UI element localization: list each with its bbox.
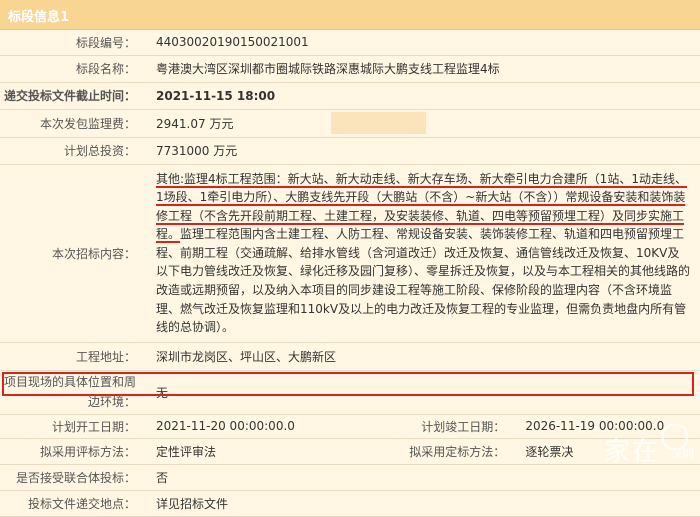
scope-detail-text: 监理工程范围内含土建工程、人防工程、常规设备安装、装饰装修工程、轨道和四电预留预… bbox=[156, 227, 691, 335]
table-row: 标段名称： 粤港澳大湾区深圳都市圈城际铁路深惠城际大鹏支线工程监理4标 bbox=[0, 55, 700, 83]
table-row: 计划开工日期： 2021-11-20 00:00:00.0 计划竣工日期： 20… bbox=[0, 414, 700, 439]
table-row: 本次招标内容： 其他:监理4标工程范围：新大站、新大动走线、新大存车场、新大牵引… bbox=[0, 164, 700, 343]
table-row: 拟采用评标方法： 定性评审法 拟采用定标方法： 逐轮票决 bbox=[0, 438, 700, 465]
section-info-panel: 标段信息1 标段编号： 44030020190150021001 标段名称： 粤… bbox=[0, 0, 700, 517]
start-date-label: 计划开工日期： bbox=[0, 414, 146, 439]
info-table: 标段编号： 44030020190150021001 标段名称： 粤港澳大湾区深… bbox=[0, 30, 700, 517]
fee-empty-value bbox=[515, 109, 700, 138]
fee-label: 本次发包监理费： bbox=[0, 109, 146, 138]
panel-title: 标段信息1 bbox=[8, 10, 70, 25]
section-name-value: 粤港澳大湾区深圳都市圈城际铁路深惠城际大鹏支线工程监理4标 bbox=[146, 55, 700, 83]
blank-field bbox=[330, 112, 426, 134]
schedule-highlight-box bbox=[2, 372, 694, 396]
table-row: 计划总投资： 7731000 万元 bbox=[0, 137, 700, 165]
deadline-value: 2021-11-15 18:00 bbox=[146, 82, 700, 110]
table-row: 是否接受联合体投标： 否 bbox=[0, 464, 700, 491]
content-label: 本次招标内容： bbox=[0, 164, 146, 343]
deadline-label: 递交投标文件截止时间： bbox=[0, 82, 146, 110]
watermark-brand: 家在 bbox=[603, 437, 660, 467]
watermark: 家在 深圳 bbox=[604, 431, 694, 468]
watermark-city: 深圳 bbox=[669, 446, 694, 461]
section-no-value: 44030020190150021001 bbox=[146, 30, 700, 56]
address-label: 工程地址： bbox=[0, 342, 146, 371]
consortium-label: 是否接受联合体投标： bbox=[0, 464, 146, 491]
table-row: 递交投标文件截止时间： 2021-11-15 18:00 bbox=[0, 82, 700, 110]
content-value: 其他:监理4标工程范围：新大站、新大动走线、新大存车场、新大牵引电力合建所（1站… bbox=[146, 164, 700, 343]
end-date-label: 计划竣工日期： bbox=[330, 414, 516, 439]
decide-method-label: 拟采用定标方法： bbox=[330, 438, 516, 465]
fee-value: 2941.07 万元 bbox=[146, 109, 331, 138]
eval-method-label: 拟采用评标方法： bbox=[0, 438, 146, 465]
eval-method-value: 定性评审法 bbox=[146, 438, 331, 465]
submit-place-value: 详见招标文件 bbox=[146, 490, 700, 517]
table-row: 工程地址： 深圳市龙岗区、坪山区、大鹏新区 bbox=[0, 342, 700, 371]
investment-value: 7731000 万元 bbox=[146, 137, 700, 165]
section-name-label: 标段名称： bbox=[0, 55, 146, 83]
section-no-label: 标段编号： bbox=[0, 30, 146, 56]
submit-place-label: 投标文件递交地点： bbox=[0, 490, 146, 517]
consortium-value: 否 bbox=[146, 464, 700, 491]
table-row: 标段编号： 44030020190150021001 bbox=[0, 30, 700, 56]
table-row: 本次发包监理费： 2941.07 万元 bbox=[0, 109, 700, 138]
investment-label: 计划总投资： bbox=[0, 137, 146, 165]
address-value: 深圳市龙岗区、坪山区、大鹏新区 bbox=[146, 342, 700, 371]
table-row: 投标文件递交地点： 详见招标文件 bbox=[0, 490, 700, 517]
start-date-value: 2021-11-20 00:00:00.0 bbox=[146, 414, 331, 439]
panel-header: 标段信息1 bbox=[0, 0, 700, 30]
fee-blank-cell bbox=[330, 109, 516, 138]
